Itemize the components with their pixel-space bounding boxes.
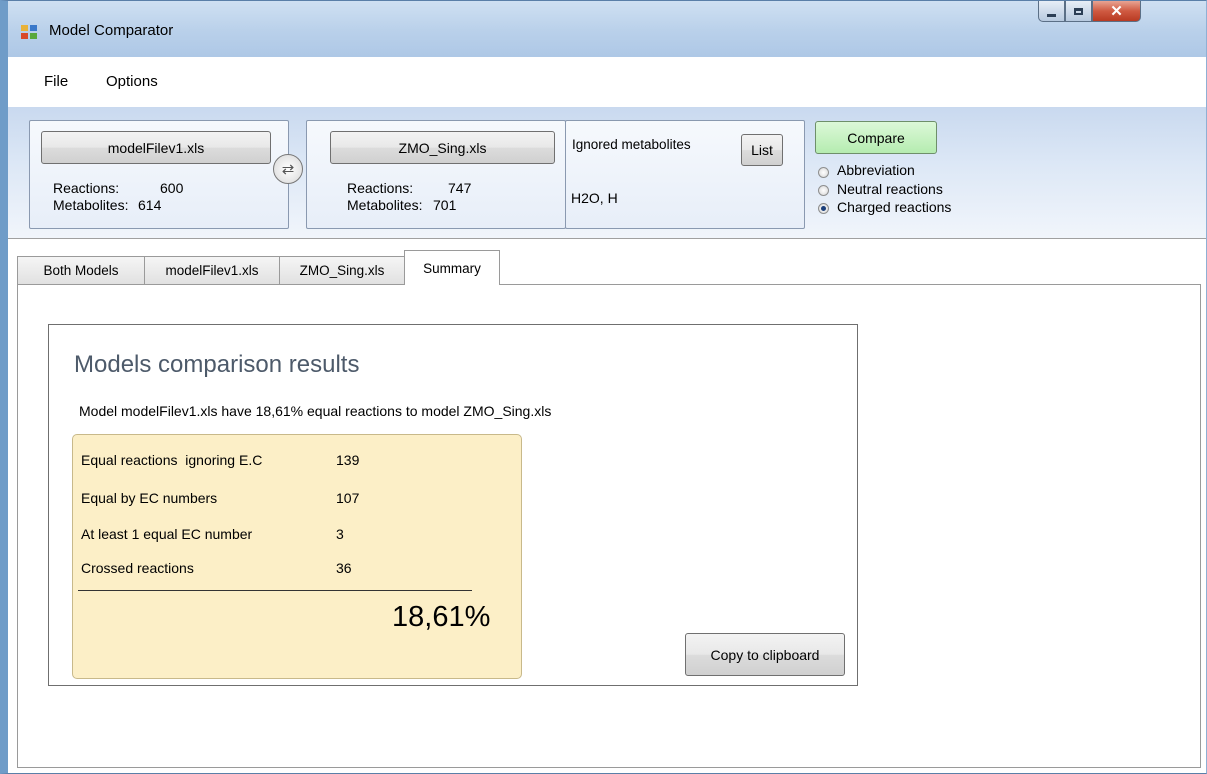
menu-options[interactable]: Options xyxy=(106,73,158,90)
window-controls: ✕ xyxy=(1038,1,1141,22)
tab-both-models[interactable]: Both Models xyxy=(17,256,145,284)
row-label: Equal reactions ignoring E.C xyxy=(81,452,263,468)
row-value: 107 xyxy=(336,490,360,506)
swap-arrows-icon: ⇄ xyxy=(281,161,295,178)
total-percentage: 18,61% xyxy=(392,601,491,633)
results-summary-box xyxy=(72,434,522,679)
radio-neutral-reactions[interactable] xyxy=(818,185,829,196)
model-a-metabolites-label: Metabolites: xyxy=(53,197,129,213)
model-b-metabolites-label: Metabolites: xyxy=(347,197,423,213)
model-a-file-button[interactable]: modelFilev1.xls xyxy=(41,131,271,164)
row-value: 139 xyxy=(336,452,360,468)
row-label: Equal by EC numbers xyxy=(81,490,218,506)
total-divider xyxy=(78,590,472,591)
ignored-metabolites-label: Ignored metabolites xyxy=(572,137,691,152)
minimize-button[interactable] xyxy=(1038,1,1065,22)
row-value: 36 xyxy=(336,560,352,576)
main-window: Model Comparator ✕ File Options modelFil… xyxy=(0,0,1207,774)
title-bar: Model Comparator ✕ xyxy=(8,1,1206,57)
app-window-icon xyxy=(21,25,39,41)
model-b-reactions-value: 747 xyxy=(448,180,472,196)
radio-abbreviation-label: Abbreviation xyxy=(837,162,915,178)
menu-file[interactable]: File xyxy=(44,73,68,90)
swap-models-button[interactable]: ⇄ xyxy=(273,154,303,184)
list-button[interactable]: List xyxy=(741,134,783,166)
model-a-reactions-value: 600 xyxy=(160,180,184,196)
results-heading: Models comparison results xyxy=(74,351,360,378)
radio-neutral-reactions-label: Neutral reactions xyxy=(837,181,943,197)
copy-to-clipboard-button[interactable]: Copy to clipboard xyxy=(685,633,845,676)
tab-model-a[interactable]: modelFilev1.xls xyxy=(144,256,280,284)
row-label: At least 1 equal EC number xyxy=(81,526,253,542)
model-b-metabolites-value: 701 xyxy=(433,197,457,213)
close-icon: ✕ xyxy=(1110,3,1123,20)
tab-summary[interactable]: Summary xyxy=(404,250,500,285)
results-sentence: Model modelFilev1.xls have 18,61% equal … xyxy=(79,403,552,419)
maximize-icon xyxy=(1074,7,1083,15)
menu-bar xyxy=(8,57,1206,107)
radio-charged-reactions[interactable] xyxy=(818,203,829,214)
tab-model-b[interactable]: ZMO_Sing.xls xyxy=(279,256,405,284)
close-button[interactable]: ✕ xyxy=(1092,1,1141,22)
model-b-reactions-label: Reactions: xyxy=(347,180,414,196)
row-value: 3 xyxy=(336,526,344,542)
row-label: Crossed reactions xyxy=(81,560,194,576)
radio-charged-reactions-label: Charged reactions xyxy=(837,199,952,215)
window-title: Model Comparator xyxy=(49,22,174,39)
radio-abbreviation[interactable] xyxy=(818,167,829,178)
model-b-file-button[interactable]: ZMO_Sing.xls xyxy=(330,131,555,164)
minimize-icon xyxy=(1047,13,1056,17)
model-a-reactions-label: Reactions: xyxy=(53,180,120,196)
model-a-metabolites-value: 614 xyxy=(138,197,162,213)
maximize-button[interactable] xyxy=(1065,1,1092,22)
compare-button[interactable]: Compare xyxy=(815,121,937,154)
ignored-metabolites-value: H2O, H xyxy=(571,190,618,206)
